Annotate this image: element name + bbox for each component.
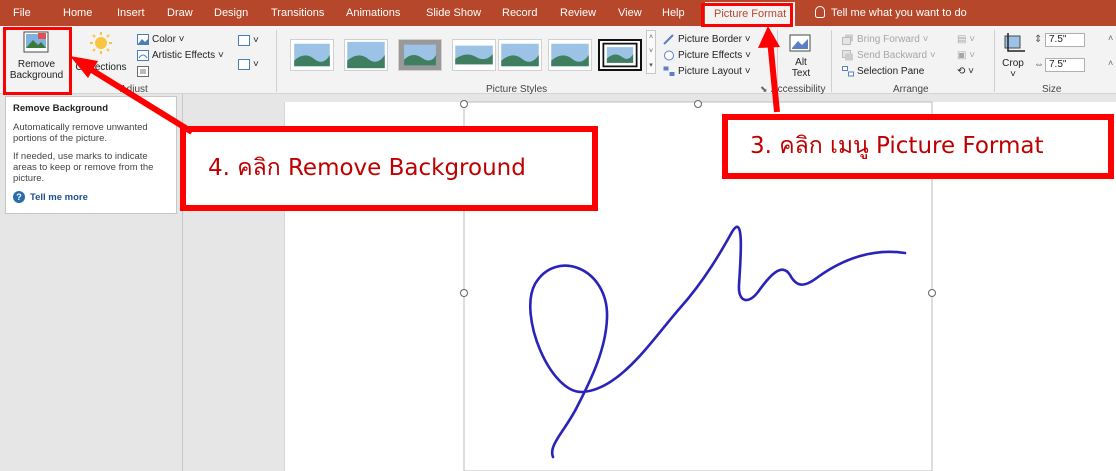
group-divider <box>276 30 277 92</box>
picture-layout-label: Picture Layout <box>678 66 742 77</box>
artistic-effects-button[interactable]: Artistic Effects ˅ <box>137 49 224 62</box>
height-icon: ⇕ <box>1034 34 1043 45</box>
tab-view[interactable]: View <box>618 0 642 26</box>
tell-me-more-link[interactable]: ? Tell me more <box>13 191 169 203</box>
height-input[interactable]: 7.5" <box>1045 33 1085 47</box>
send-backward-icon <box>842 50 853 61</box>
change-picture-icon <box>238 59 250 70</box>
send-backward-label: Send Backward <box>857 50 928 61</box>
tell-me-more-label: Tell me more <box>30 192 88 203</box>
style-thumbnail-icon <box>404 44 436 66</box>
send-backward-button[interactable]: Send Backward ˅ <box>842 49 936 62</box>
tell-me-label: Tell me what you want to do <box>831 7 967 19</box>
tooltip-description: Automatically remove unwanted portions o… <box>13 122 148 144</box>
powerpoint-window: File Home Insert Draw Design Transitions… <box>0 0 1116 471</box>
selection-pane-button[interactable]: Selection Pane <box>842 65 924 78</box>
alt-text-label-1: Alt <box>795 57 807 68</box>
picture-layout-icon <box>663 66 675 76</box>
transparency-icon <box>137 66 149 77</box>
artistic-effects-label: Artistic Effects <box>152 50 216 61</box>
picture-styles-scroll[interactable]: ˄ ˅ ▾ <box>646 30 656 74</box>
tab-design[interactable]: Design <box>214 0 248 26</box>
tab-help[interactable]: Help <box>662 0 685 26</box>
tab-record[interactable]: Record <box>502 0 537 26</box>
picture-format-highlight <box>701 3 793 27</box>
artistic-effects-icon <box>137 50 149 61</box>
tab-file[interactable]: File <box>13 0 31 26</box>
tab-home[interactable]: Home <box>63 0 92 26</box>
bring-forward-button[interactable]: Bring Forward ˅ <box>842 33 928 46</box>
group-divider <box>831 30 832 92</box>
group-divider <box>994 30 995 92</box>
lightbulb-icon <box>815 6 825 18</box>
change-picture-button[interactable]: ˅ <box>238 58 259 71</box>
width-icon: ⇔ <box>1034 59 1044 70</box>
picture-border-icon <box>663 34 674 45</box>
corrections-sun-icon <box>90 32 112 54</box>
corrections-button[interactable]: Corrections <box>70 28 132 82</box>
tell-me-search[interactable]: Tell me what you want to do <box>815 0 967 26</box>
picture-border-button[interactable]: Picture Border ˅ <box>663 33 751 46</box>
corrections-label: Corrections <box>75 62 127 73</box>
picture-effects-label: Picture Effects <box>678 50 743 61</box>
help-icon: ? <box>13 191 25 203</box>
picture-style-3[interactable] <box>398 39 442 71</box>
remove-background-tooltip: Remove Background Automatically remove u… <box>5 96 177 214</box>
width-spinner[interactable]: ˄ <box>1108 58 1113 68</box>
style-thumbnail-icon <box>501 43 539 67</box>
picture-border-label: Picture Border <box>678 34 742 45</box>
alt-text-label-2: Text <box>791 68 811 79</box>
step3-callout: 3. คลิก เมนู Picture Format <box>722 114 1114 179</box>
width-input[interactable]: 7.5" <box>1045 58 1085 72</box>
color-label: Color <box>152 34 176 45</box>
bring-forward-icon <box>842 34 853 45</box>
style-thumbnail-icon <box>294 43 330 67</box>
style-thumbnail-icon <box>551 43 589 67</box>
height-spinner[interactable]: ˄ <box>1108 33 1113 43</box>
crop-dropdown-icon: ˅ <box>1010 69 1016 80</box>
rotate-button[interactable]: ⟲ ˅ <box>957 65 974 78</box>
picture-effects-icon <box>664 50 674 61</box>
tab-slide-show[interactable]: Slide Show <box>426 0 481 26</box>
style-thumbnail-icon <box>455 45 493 65</box>
picture-style-6[interactable] <box>548 39 592 71</box>
transparency-button[interactable] <box>137 65 152 78</box>
alt-text-icon <box>789 34 811 52</box>
step4-callout: 4. คลิก Remove Background <box>180 126 598 211</box>
tab-draw[interactable]: Draw <box>167 0 193 26</box>
tooltip-hint: If needed, use marks to indicate areas t… <box>13 151 154 184</box>
picture-effects-button[interactable]: Picture Effects ˅ <box>663 49 751 62</box>
align-button[interactable]: ▤ ˅ <box>957 33 975 46</box>
tab-animations[interactable]: Animations <box>346 0 400 26</box>
style-thumbnail-icon <box>602 42 638 68</box>
ribbon-tab-bar: File Home Insert Draw Design Transitions… <box>0 0 1116 26</box>
tab-transitions[interactable]: Transitions <box>271 0 324 26</box>
picture-layout-button[interactable]: Picture Layout ˅ <box>663 65 751 78</box>
ribbon-picture-format: Remove Background Corrections Color ˅ Ar… <box>0 26 1116 95</box>
color-button[interactable]: Color ˅ <box>137 33 185 46</box>
remove-background-highlight <box>3 27 72 95</box>
picture-style-7[interactable] <box>598 39 642 71</box>
group-objects-button[interactable]: ▣ ˅ <box>957 49 975 62</box>
style-thumbnail-icon <box>347 41 385 69</box>
compress-pictures-button[interactable]: ˅ <box>238 34 259 47</box>
tab-insert[interactable]: Insert <box>117 0 145 26</box>
picture-style-4[interactable] <box>452 39 496 71</box>
crop-icon <box>1004 33 1025 52</box>
group-divider <box>777 30 778 92</box>
picture-style-2[interactable] <box>344 39 388 71</box>
tooltip-title: Remove Background <box>13 103 109 114</box>
selection-pane-icon <box>842 66 854 77</box>
picture-style-1[interactable] <box>290 39 334 71</box>
tab-review[interactable]: Review <box>560 0 596 26</box>
compress-icon <box>238 35 250 46</box>
picture-style-5[interactable] <box>498 39 542 71</box>
color-icon <box>137 34 149 45</box>
crop-button[interactable]: Crop ˅ <box>998 30 1028 80</box>
bring-forward-label: Bring Forward <box>857 34 920 45</box>
alt-text-button[interactable]: Alt Text <box>782 30 820 82</box>
crop-label: Crop <box>1002 58 1024 69</box>
selection-pane-label: Selection Pane <box>857 66 925 77</box>
